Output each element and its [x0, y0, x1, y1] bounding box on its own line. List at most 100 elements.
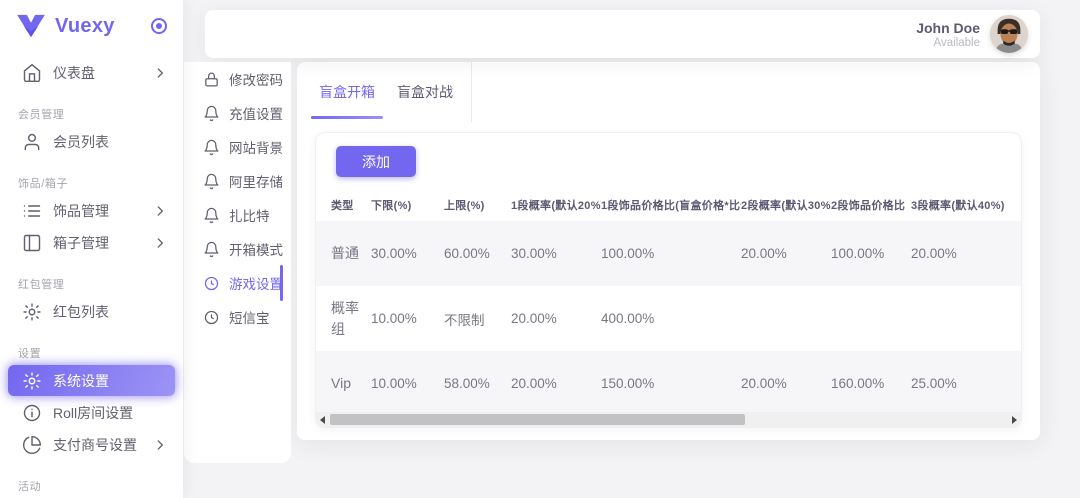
tab-label: 盲盒对战 [397, 82, 453, 102]
column-header-upper-limit: 上限(%) [444, 189, 511, 221]
sidebar-item-item-management[interactable]: 饰品管理 [8, 195, 175, 226]
cell-value: 20.00% [741, 221, 831, 286]
brand-name: Vuexy [55, 15, 142, 38]
menu-pin-toggle-icon[interactable] [151, 18, 167, 34]
column-header-lower-limit: 下限(%) [371, 189, 444, 221]
subnav-item-change-password[interactable]: 修改密码 [184, 62, 291, 96]
subnav-item-site-background[interactable]: 网站背景 [184, 130, 291, 164]
cell-type: Vip [316, 351, 371, 416]
chevron-right-icon [153, 66, 167, 80]
bell-icon [203, 139, 220, 156]
sidebar-section-items-boxes: 饰品/箱子 [0, 175, 183, 191]
content-card: 盲盒开箱 盲盒对战 添加 类型 下限(%) 上限(%) 1段概率(默认20%) … [297, 62, 1040, 440]
sidebar-item-label: 红包列表 [53, 302, 167, 322]
cell-value: 10.00% [371, 286, 444, 351]
clock-icon [203, 309, 220, 326]
column-header-stage2-price-ratio: 2段饰品价格比 [831, 189, 911, 221]
scrollbar-thumb[interactable] [330, 414, 745, 425]
subnav-item-label: 开箱模式 [229, 239, 283, 259]
column-header-type: 类型 [316, 189, 371, 221]
add-button[interactable]: 添加 [336, 146, 416, 177]
cell-value [831, 286, 911, 351]
cell-value: 不限制 [444, 286, 511, 351]
cell-value: 10.00% [371, 351, 444, 416]
cell-value: 20.00% [511, 286, 601, 351]
sidebar-section-redpacket: 红包管理 [0, 276, 183, 292]
sidebar-item-box-management[interactable]: 箱子管理 [8, 227, 175, 258]
gear-icon [22, 371, 42, 391]
list-icon [22, 201, 42, 221]
cell-value: 150.00% [601, 351, 741, 416]
sidebar-item-label: 仪表盘 [53, 63, 153, 83]
subnav-item-label: 游戏设置 [229, 273, 283, 293]
cell-value [911, 286, 1022, 351]
logo-row: Vuexy [0, 0, 183, 52]
user-icon [22, 132, 42, 152]
home-icon [22, 63, 42, 83]
sidebar-section-activity: 活动 [0, 478, 183, 494]
subnav-item-game-settings[interactable]: 游戏设置 [184, 266, 291, 300]
cell-value: 60.00% [444, 221, 511, 286]
tab-divider [471, 62, 472, 122]
cell-value: 25.00% [911, 351, 1022, 416]
tab-bar: 盲盒开箱 盲盒对战 [297, 62, 1040, 122]
sidebar-item-redpacket-list[interactable]: 红包列表 [8, 296, 175, 327]
column-header-stage1-probability: 1段概率(默认20%) [511, 189, 601, 221]
settings-subnav: 修改密码 充值设置 网站背景 阿里存储 扎比特 开箱模式 游戏设置 [184, 62, 291, 463]
subnav-item-label: 修改密码 [229, 69, 283, 89]
sidebar-item-label: 会员列表 [53, 132, 167, 152]
subnav-item-ali-storage[interactable]: 阿里存储 [184, 164, 291, 198]
clock-icon [203, 275, 220, 292]
cell-value: 20.00% [511, 351, 601, 416]
subnav-item-sms-treasure[interactable]: 短信宝 [184, 300, 291, 334]
sidebar-item-dashboard[interactable]: 仪表盘 [8, 57, 175, 88]
subnav-item-label: 短信宝 [229, 307, 270, 327]
sidebar-item-member-list[interactable]: 会员列表 [8, 126, 175, 157]
subnav-item-label: 扎比特 [229, 205, 270, 225]
user-name: John Doe [916, 20, 980, 36]
main-sidebar: Vuexy 仪表盘 会员管理 会员列表 饰品/箱子 饰品管理 [0, 0, 183, 498]
user-status: Available [916, 37, 980, 49]
table-row[interactable]: 概率组 10.00% 不限制 20.00% 400.00% [316, 286, 1022, 351]
cell-value: 30.00% [511, 221, 601, 286]
avatar[interactable] [990, 15, 1028, 53]
table-row[interactable]: Vip 10.00% 58.00% 20.00% 150.00% 20.00% … [316, 351, 1022, 416]
scrollbar-track[interactable] [329, 412, 1008, 427]
info-icon [22, 403, 42, 423]
sidebar-item-label: Roll房间设置 [53, 403, 167, 423]
cell-value: 100.00% [831, 221, 911, 286]
user-meta: John Doe Available [916, 20, 980, 49]
scroll-right-arrow-icon[interactable] [1008, 412, 1021, 427]
sidebar-item-label: 饰品管理 [53, 201, 153, 221]
sidebar-section-members: 会员管理 [0, 106, 183, 122]
scroll-left-arrow-icon[interactable] [316, 412, 329, 427]
sidebar-item-system-settings[interactable]: 系统设置 [8, 365, 175, 396]
column-header-stage3-probability: 3段概率(默认40%) [911, 189, 1022, 221]
bell-icon [203, 207, 220, 224]
sidebar-nav: 仪表盘 会员管理 会员列表 饰品/箱子 饰品管理 [0, 52, 183, 494]
tab-blindbox-battle[interactable]: 盲盒对战 [393, 62, 457, 122]
subnav-item-label: 阿里存储 [229, 171, 283, 191]
sidebar-section-settings: 设置 [0, 345, 183, 361]
gear-icon [22, 302, 42, 322]
subnav-item-zhabite[interactable]: 扎比特 [184, 198, 291, 232]
subnav-item-open-box-mode[interactable]: 开箱模式 [184, 232, 291, 266]
sidebar-item-payment-merchant-settings[interactable]: 支付商号设置 [8, 429, 175, 460]
bell-icon [203, 173, 220, 190]
subnav-item-label: 充值设置 [229, 103, 283, 123]
bell-icon [203, 241, 220, 258]
user-menu[interactable]: John Doe Available [916, 15, 1028, 53]
sidebar-item-roll-room-settings[interactable]: Roll房间设置 [8, 397, 175, 428]
tab-blindbox-open[interactable]: 盲盒开箱 [315, 62, 379, 122]
pie-chart-icon [22, 435, 42, 455]
chevron-right-icon [153, 438, 167, 452]
table-row[interactable]: 普通 30.00% 60.00% 30.00% 100.00% 20.00% 1… [316, 221, 1022, 286]
cell-value: 160.00% [831, 351, 911, 416]
column-header-stage1-price-ratio: 1段饰品价格比(盲盒价格*比例) [601, 189, 741, 221]
cell-value: 20.00% [741, 351, 831, 416]
sidebar-item-label: 支付商号设置 [53, 435, 153, 455]
subnav-item-recharge-settings[interactable]: 充值设置 [184, 96, 291, 130]
horizontal-scrollbar[interactable] [316, 412, 1021, 427]
settings-panel: 添加 类型 下限(%) 上限(%) 1段概率(默认20%) 1段饰品价格比(盲盒… [315, 132, 1022, 428]
cell-value: 58.00% [444, 351, 511, 416]
